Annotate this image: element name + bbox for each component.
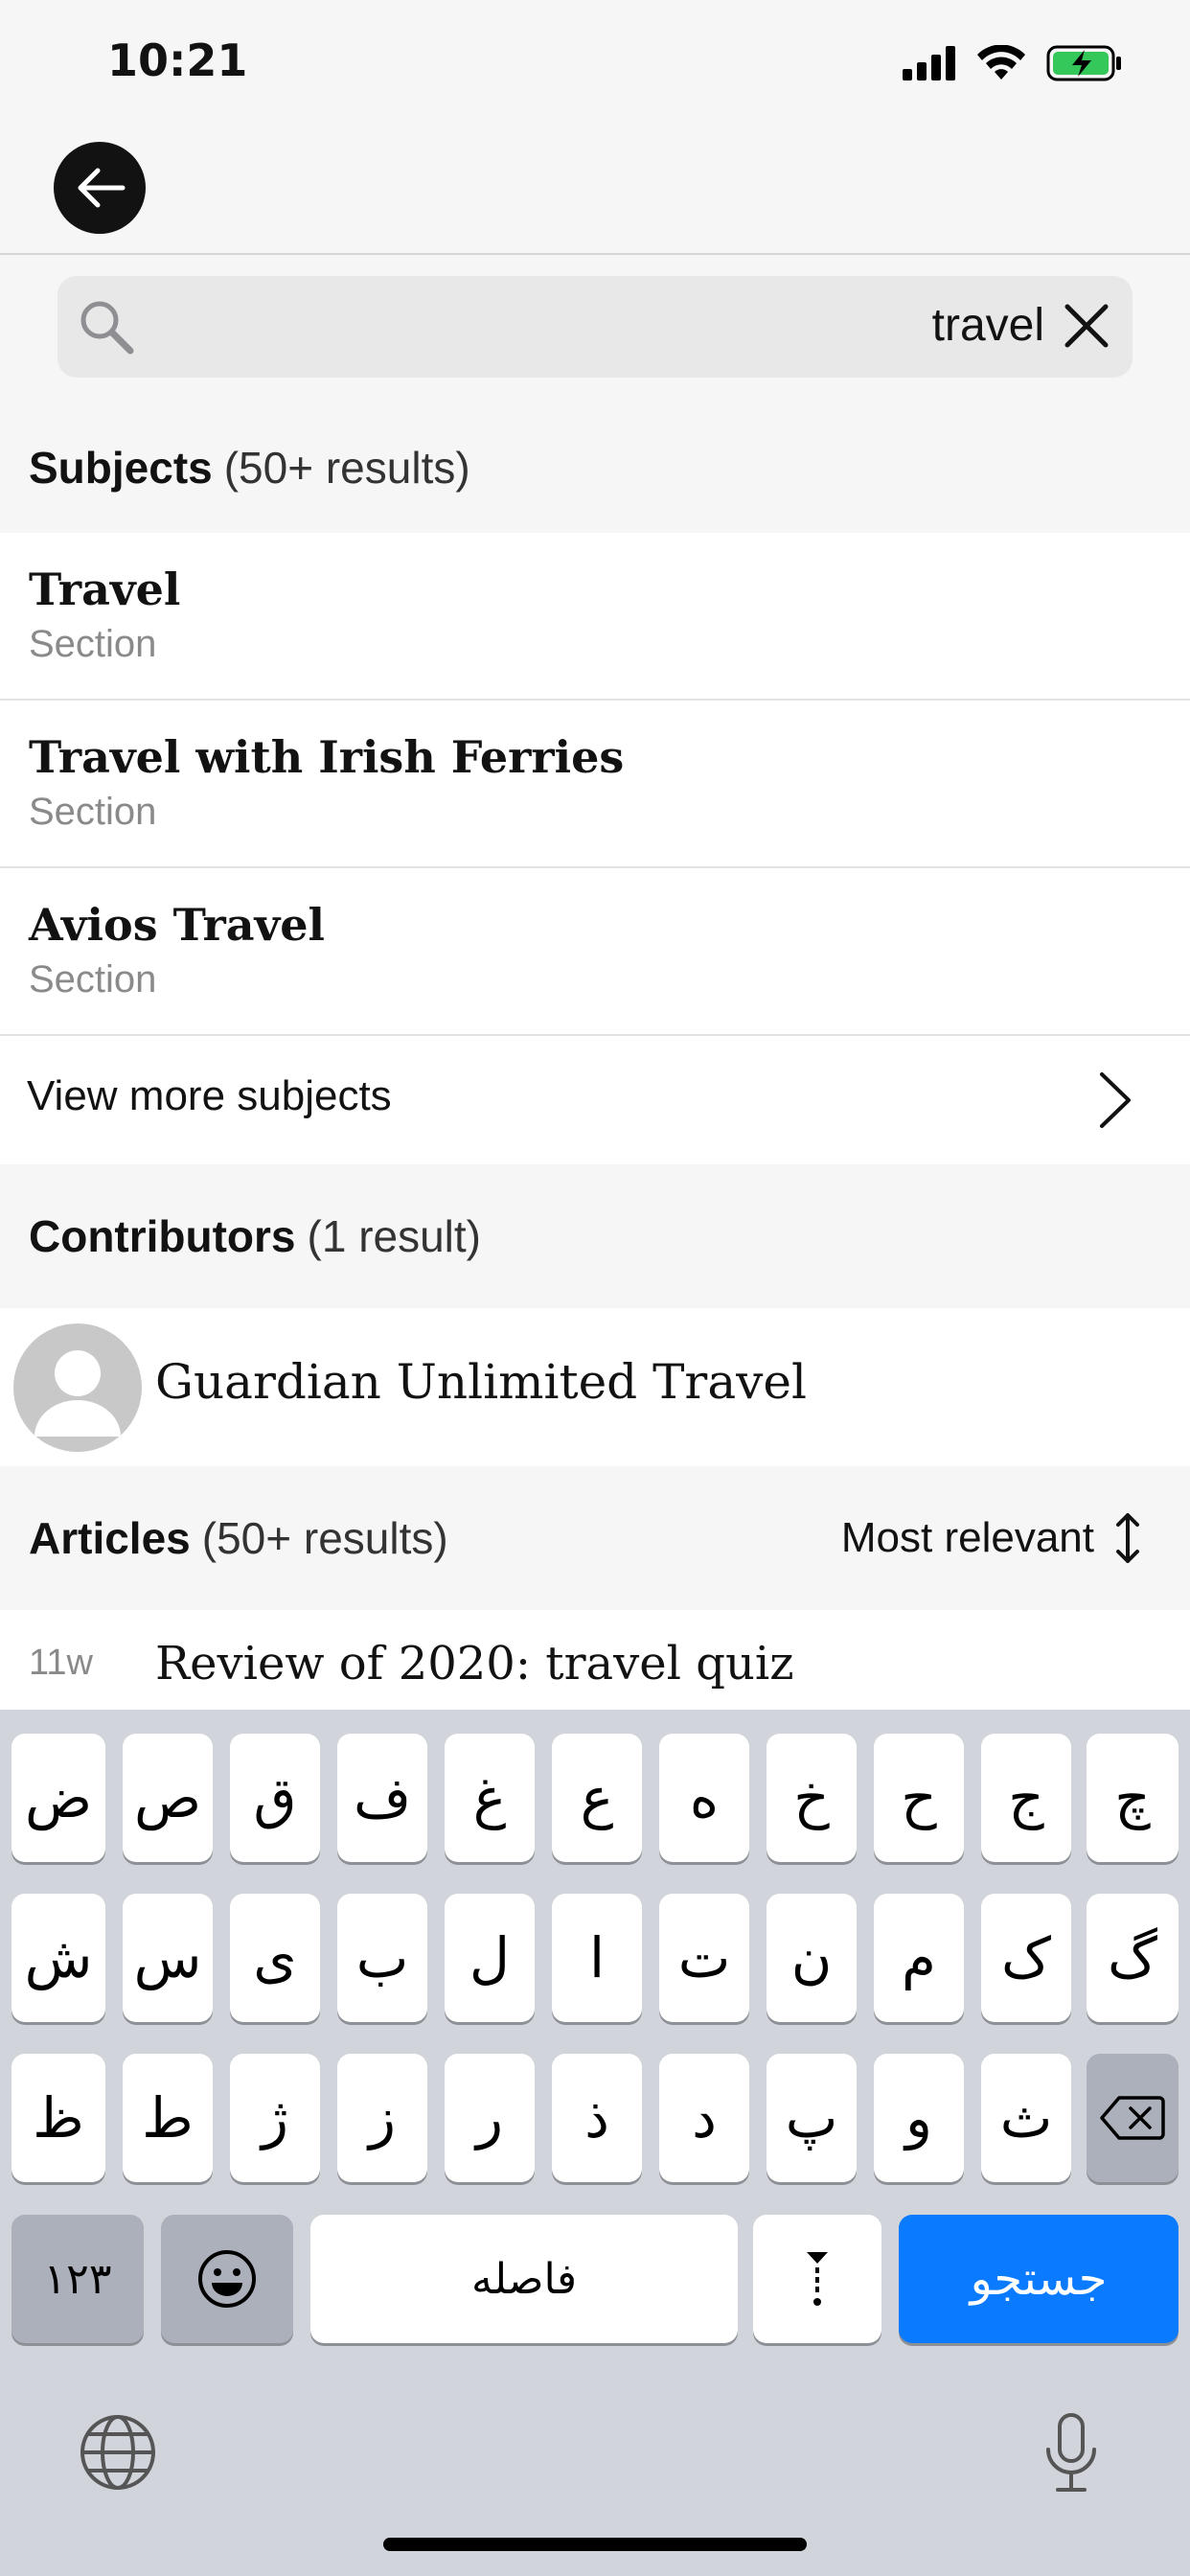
subject-title: Travel with Irish Ferries — [29, 731, 625, 783]
microphone-icon[interactable] — [1042, 2411, 1100, 2496]
key[interactable]: ض — [11, 1734, 105, 1862]
key[interactable]: خ — [767, 1734, 857, 1862]
sort-button[interactable]: Most relevant — [841, 1466, 1142, 1610]
subject-type: Section — [29, 623, 157, 665]
key[interactable]: ف — [337, 1734, 427, 1862]
globe-icon[interactable] — [79, 2413, 157, 2492]
articles-heading: Articles — [29, 1513, 191, 1563]
subject-type: Section — [29, 958, 157, 1000]
view-more-label: View more subjects — [27, 1072, 392, 1119]
subject-row[interactable]: Avios Travel Section — [0, 868, 1190, 1036]
arrow-left-icon — [78, 168, 126, 208]
key[interactable]: ر — [445, 2054, 535, 2182]
keyboard: ض ص ق ف غ ع ه خ ح ج چ ش س ی ب ل ا ت ن م … — [0, 1710, 1190, 2576]
status-icons — [903, 42, 1123, 84]
contributors-heading: Contributors — [29, 1211, 296, 1261]
key[interactable]: ه — [659, 1734, 749, 1862]
subject-title: Avios Travel — [29, 899, 326, 951]
key[interactable]: ز — [337, 2054, 427, 2182]
article-row[interactable]: 11w Review of 2020: travel quiz — [0, 1610, 1190, 1710]
subjects-header: Subjects (50+ results) — [0, 402, 1190, 533]
key[interactable]: ک — [981, 1894, 1071, 2022]
search-bar: travel — [0, 255, 1190, 402]
key[interactable]: ی — [230, 1894, 320, 2022]
home-indicator — [383, 2538, 807, 2551]
subject-row[interactable]: Travel with Irish Ferries Section — [0, 701, 1190, 868]
contributor-name: Guardian Unlimited Travel — [155, 1354, 807, 1410]
clear-search-button[interactable] — [1060, 299, 1113, 353]
punctuation-icon — [807, 2252, 828, 2306]
key[interactable]: گ — [1087, 1894, 1179, 2022]
key[interactable]: ل — [445, 1894, 535, 2022]
backspace-icon — [1100, 2096, 1165, 2140]
view-more-subjects-button[interactable]: View more subjects — [0, 1036, 1190, 1164]
key[interactable]: ث — [981, 2054, 1071, 2182]
key[interactable]: ن — [767, 1894, 857, 2022]
key[interactable]: ع — [552, 1734, 642, 1862]
punctuation-key[interactable] — [753, 2215, 881, 2343]
key[interactable]: د — [659, 2054, 749, 2182]
contributors-header: Contributors (1 result) — [0, 1164, 1190, 1308]
key[interactable]: ح — [874, 1734, 964, 1862]
search-query[interactable]: travel — [932, 299, 1044, 352]
numbers-key[interactable]: ۱۲۳ — [11, 2215, 144, 2343]
delete-key[interactable] — [1087, 2054, 1179, 2182]
articles-header: Articles (50+ results) Most relevant — [0, 1466, 1190, 1610]
emoji-icon — [198, 2250, 256, 2308]
key[interactable]: ذ — [552, 2054, 642, 2182]
chevron-right-icon — [1100, 1072, 1131, 1128]
emoji-key[interactable] — [161, 2215, 293, 2343]
search-icon — [80, 301, 134, 355]
articles-count: (50+ results) — [201, 1513, 448, 1563]
key[interactable]: ب — [337, 1894, 427, 2022]
key[interactable]: ص — [123, 1734, 213, 1862]
key[interactable]: غ — [445, 1734, 535, 1862]
article-title: Review of 2020: travel quiz — [155, 1637, 794, 1690]
subject-title: Travel — [29, 564, 181, 615]
key[interactable]: م — [874, 1894, 964, 2022]
person-icon — [34, 1350, 121, 1437]
sort-arrows-icon — [1116, 1513, 1139, 1563]
close-icon — [1064, 304, 1109, 348]
key[interactable]: پ — [767, 2054, 857, 2182]
search-input[interactable]: travel — [57, 276, 1133, 378]
subject-type: Section — [29, 791, 157, 833]
space-key[interactable]: فاصله — [310, 2215, 738, 2343]
key[interactable]: ق — [230, 1734, 320, 1862]
contributors-count: (1 result) — [307, 1211, 481, 1261]
wifi-icon — [977, 45, 1025, 80]
subject-row[interactable]: Travel Section — [0, 533, 1190, 701]
signal-icon — [903, 46, 955, 80]
search-key[interactable]: جستجو — [899, 2215, 1179, 2343]
key[interactable]: ط — [123, 2054, 213, 2182]
subjects-count: (50+ results) — [223, 443, 470, 493]
status-bar: 10:21 — [0, 0, 1190, 125]
key[interactable]: ژ — [230, 2054, 320, 2182]
back-button[interactable] — [54, 142, 146, 234]
key[interactable]: ا — [552, 1894, 642, 2022]
key[interactable]: ظ — [11, 2054, 105, 2182]
key[interactable]: چ — [1087, 1734, 1179, 1862]
battery-charging-icon — [1046, 45, 1121, 81]
key[interactable]: ت — [659, 1894, 749, 2022]
article-age: 11w — [29, 1643, 93, 1683]
key[interactable]: و — [874, 2054, 964, 2182]
sort-label: Most relevant — [840, 1514, 1094, 1561]
contributor-row[interactable]: Guardian Unlimited Travel — [0, 1308, 1190, 1466]
key[interactable]: ش — [11, 1894, 105, 2022]
clock: 10:21 — [107, 34, 248, 86]
key[interactable]: ج — [981, 1734, 1071, 1862]
key[interactable]: س — [123, 1894, 213, 2022]
avatar — [13, 1323, 142, 1452]
subjects-heading: Subjects — [29, 443, 213, 493]
navigation-bar — [0, 125, 1190, 255]
